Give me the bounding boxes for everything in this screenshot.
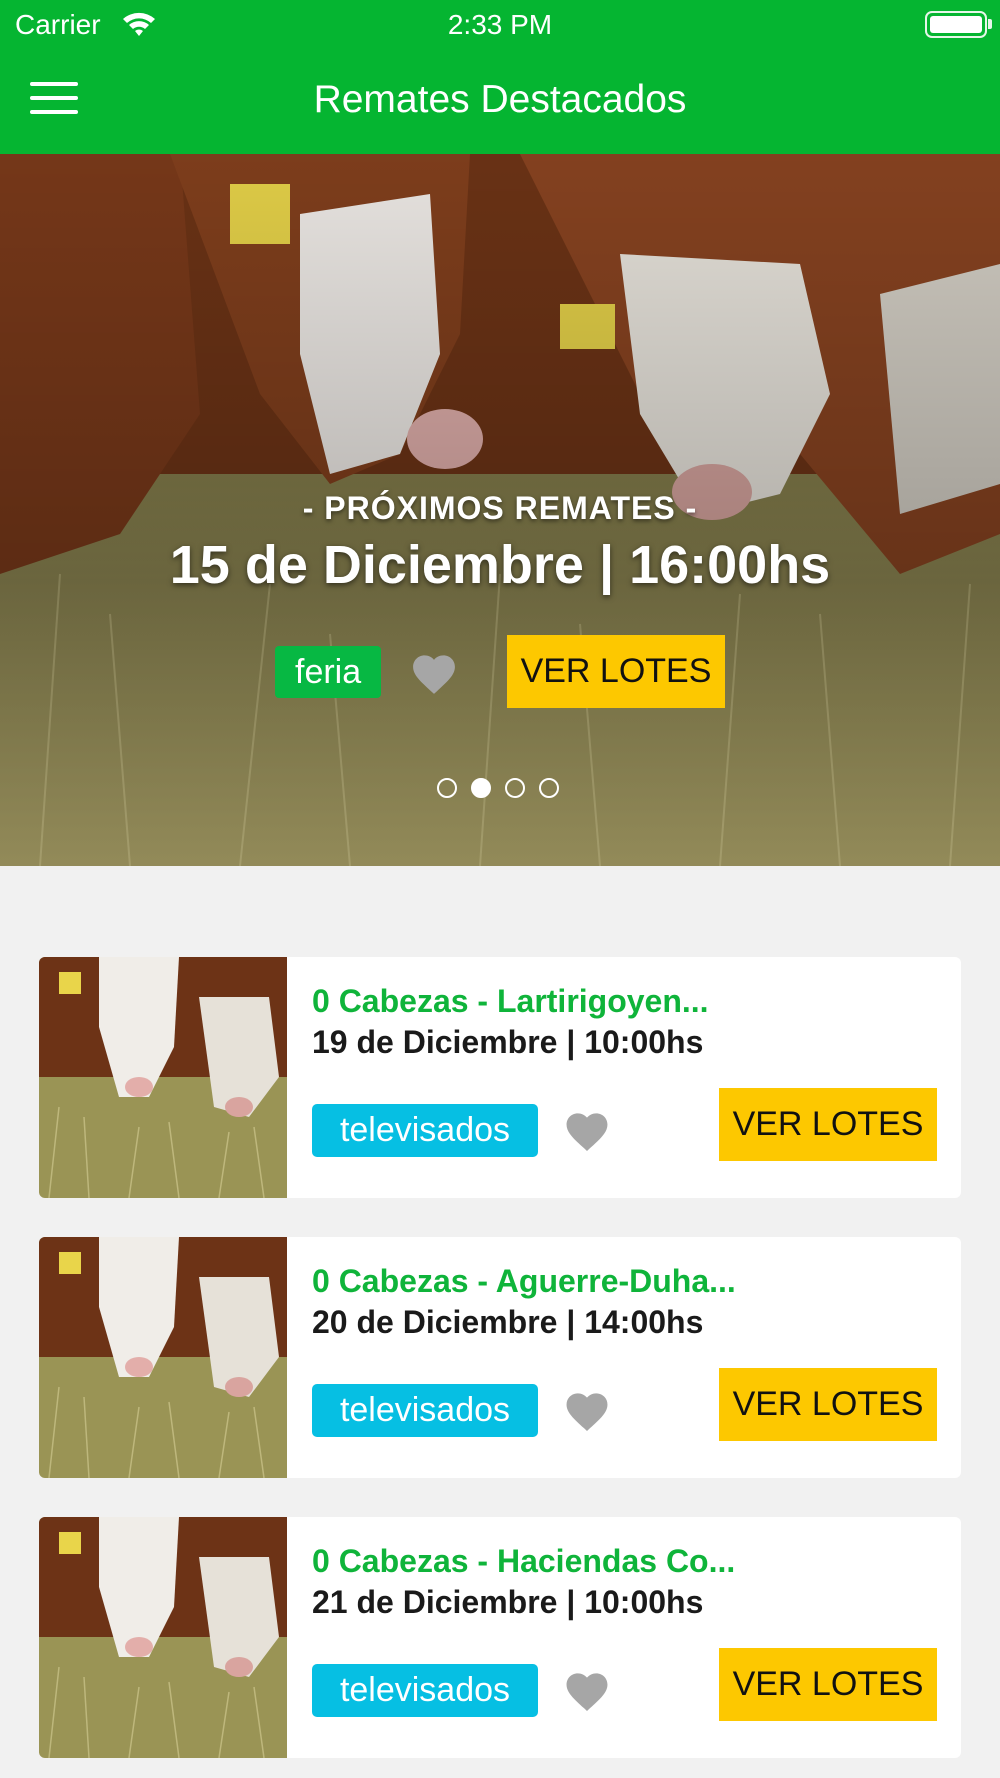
remate-date: 19 de Diciembre | 10:00hs bbox=[312, 1024, 704, 1060]
remate-card[interactable]: 0 Cabezas - Lartirigoyen... 19 de Diciem… bbox=[39, 957, 961, 1198]
heart-icon[interactable] bbox=[562, 1668, 612, 1713]
battery-icon bbox=[925, 11, 987, 38]
pager-dot[interactable] bbox=[437, 778, 457, 798]
remate-title[interactable]: 0 Cabezas - Aguerre-Duha... bbox=[312, 1263, 736, 1300]
remate-card[interactable]: 0 Cabezas - Aguerre-Duha... 20 de Diciem… bbox=[39, 1237, 961, 1478]
featured-carousel[interactable]: - PRÓXIMOS REMATES - 15 de Diciembre | 1… bbox=[0, 154, 1000, 866]
page-title: Remates Destacados bbox=[313, 78, 687, 121]
status-bar: Carrier 2:33 PM bbox=[0, 0, 1000, 50]
battery-tip bbox=[988, 19, 992, 29]
ver-lotes-button[interactable]: VER LOTES bbox=[719, 1648, 937, 1721]
category-tag-televisados: televisados bbox=[312, 1384, 538, 1437]
category-tag-televisados: televisados bbox=[312, 1664, 538, 1717]
category-tag-televisados: televisados bbox=[312, 1104, 538, 1157]
pager-dot-active[interactable] bbox=[471, 778, 491, 798]
remate-thumbnail bbox=[39, 1517, 287, 1758]
heart-icon[interactable] bbox=[562, 1388, 612, 1433]
remate-thumbnail bbox=[39, 1237, 287, 1478]
pager-dot[interactable] bbox=[539, 778, 559, 798]
remate-title[interactable]: 0 Cabezas - Haciendas Co... bbox=[312, 1543, 735, 1580]
category-tag-feria: feria bbox=[275, 646, 382, 698]
remate-date: 20 de Diciembre | 14:00hs bbox=[312, 1304, 704, 1340]
ver-lotes-button[interactable]: VER LOTES bbox=[719, 1368, 937, 1441]
ver-lotes-button[interactable]: VER LOTES bbox=[719, 1088, 937, 1161]
heart-icon[interactable] bbox=[562, 1108, 612, 1153]
navigation-bar: Carrier 2:33 PM Remates Destacados bbox=[0, 0, 1000, 154]
ver-lotes-button[interactable]: VER LOTES bbox=[507, 635, 725, 708]
remate-card[interactable]: 0 Cabezas - Haciendas Co... 21 de Diciem… bbox=[39, 1517, 961, 1758]
hero-kicker: - PRÓXIMOS REMATES - bbox=[302, 490, 698, 526]
remate-thumbnail bbox=[39, 957, 287, 1198]
status-time: 2:33 PM bbox=[447, 9, 553, 40]
pager-dot[interactable] bbox=[505, 778, 525, 798]
heart-icon[interactable] bbox=[408, 650, 460, 696]
hero-date: 15 de Diciembre | 16:00hs bbox=[169, 535, 831, 595]
remate-title[interactable]: 0 Cabezas - Lartirigoyen... bbox=[312, 983, 709, 1020]
remate-date: 21 de Diciembre | 10:00hs bbox=[312, 1584, 704, 1620]
